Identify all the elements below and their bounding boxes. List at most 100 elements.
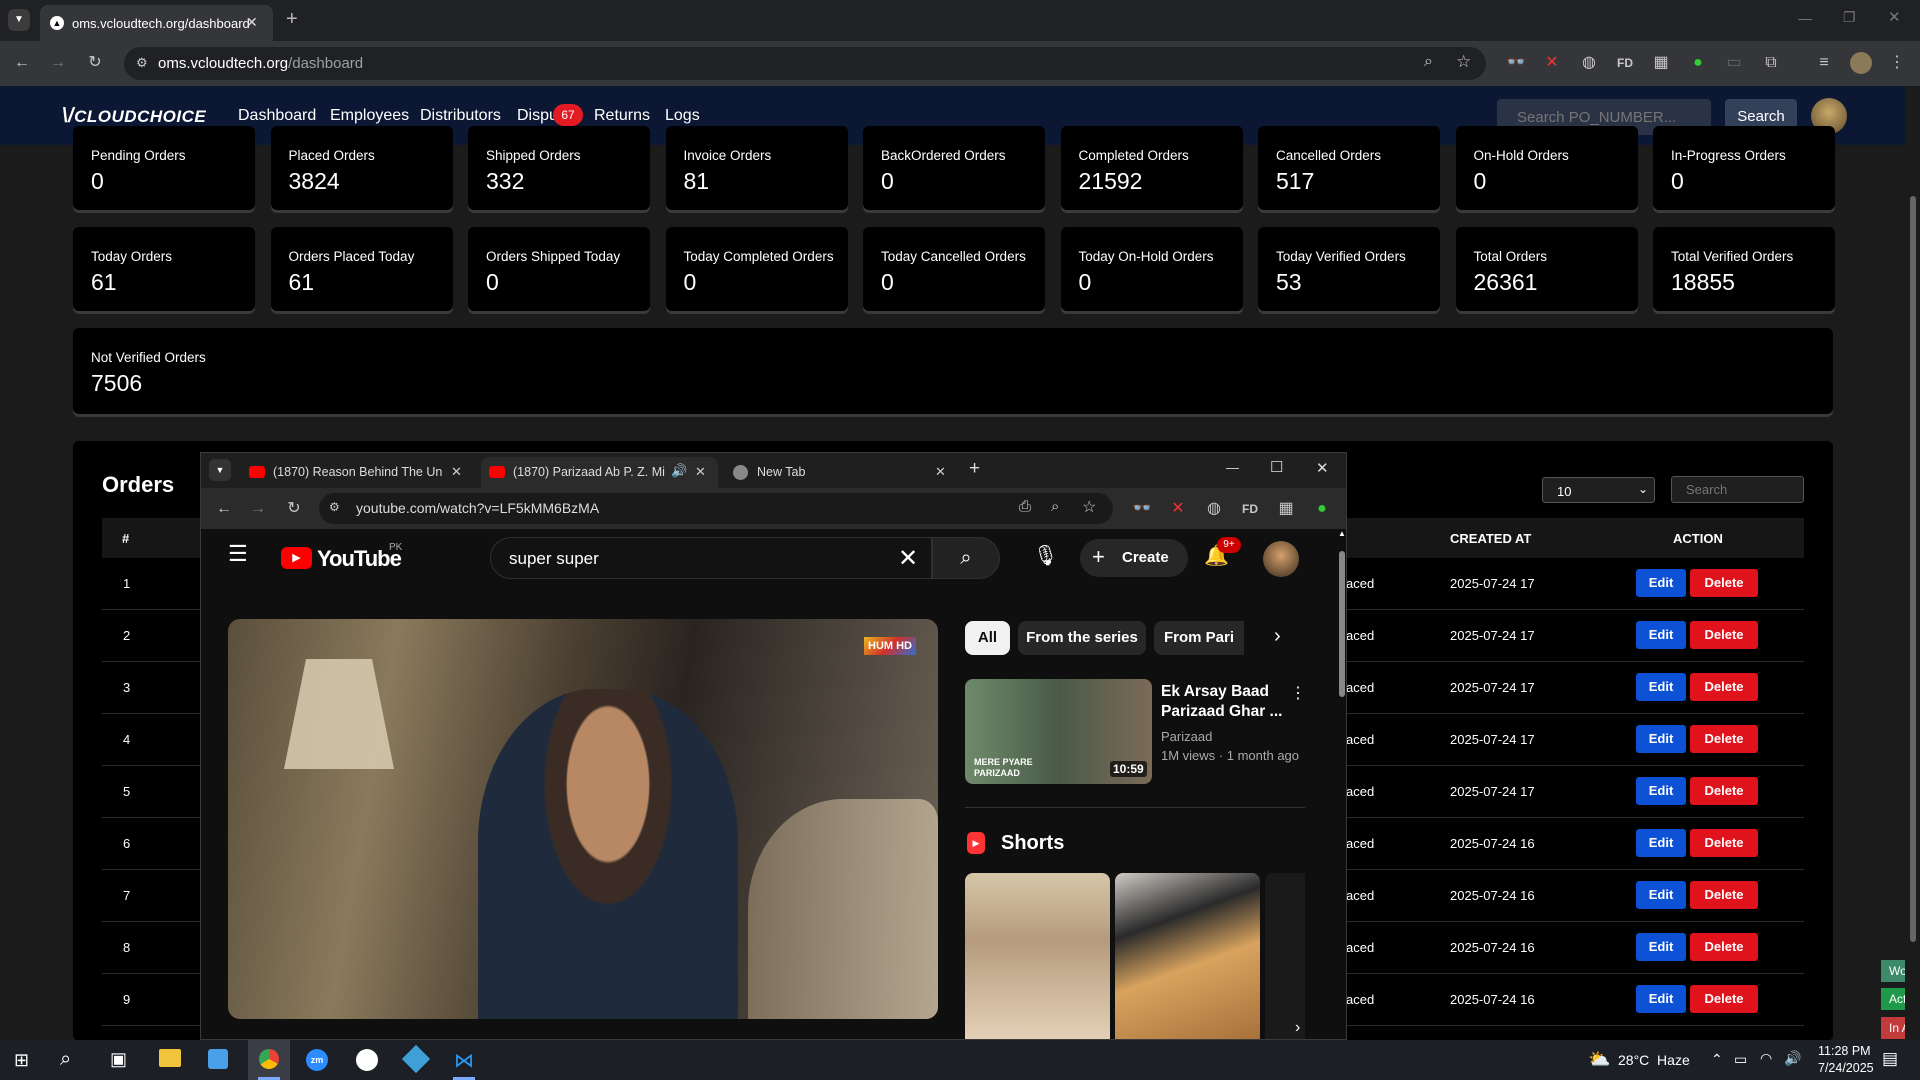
page-size-select[interactable]: 10 ⌄ [1542, 477, 1655, 503]
create-button[interactable]: + Create [1080, 539, 1188, 577]
nav-logs[interactable]: Logs [665, 107, 700, 125]
app-circle-icon[interactable] [356, 1049, 378, 1071]
chip-from-parizaad[interactable]: From Pari [1154, 621, 1244, 655]
hamburger-menu-icon[interactable]: ☰ [228, 541, 248, 567]
close-window-icon[interactable]: ✕ [1888, 8, 1901, 26]
edit-button[interactable]: Edit [1636, 621, 1686, 649]
task-view-icon[interactable]: ▣ [110, 1049, 127, 1070]
delete-button[interactable]: Delete [1690, 621, 1758, 649]
volume-icon[interactable]: 🔊 [1784, 1050, 1801, 1067]
app-diamond-icon[interactable] [401, 1044, 431, 1074]
close-tab-icon[interactable]: ✕ [451, 464, 462, 480]
voice-search-icon[interactable]: 🎙 [1033, 543, 1058, 568]
delete-button[interactable]: Delete [1690, 881, 1758, 909]
zoom-icon[interactable]: ⌕ [1424, 53, 1433, 71]
new-tab-icon[interactable]: + [286, 8, 298, 31]
store-icon[interactable] [208, 1049, 228, 1069]
install-app-icon[interactable]: ⎙ [1019, 498, 1031, 515]
recommendation-item[interactable]: MERE PYARE PARIZAAD 10:59 Ek Arsay Baad … [965, 679, 1306, 789]
orders-search-input[interactable] [1671, 476, 1804, 503]
reload-icon[interactable]: ↻ [283, 498, 305, 520]
bookmark-star-icon[interactable]: ☆ [1082, 497, 1096, 517]
nav-employees[interactable]: Employees [330, 107, 409, 125]
profile-avatar-icon[interactable] [1850, 52, 1872, 74]
chrome-menu-icon[interactable]: ⋮ [1886, 52, 1908, 74]
extension-green-icon[interactable]: ● [1311, 498, 1333, 520]
media-control-icon[interactable]: ≡ [1813, 52, 1835, 74]
clock-time[interactable]: 11:28 PM [1818, 1044, 1871, 1058]
nav-disputes[interactable]: Dispu [517, 107, 558, 125]
edit-button[interactable]: Edit [1636, 725, 1686, 753]
short-thumbnail-2[interactable] [1115, 873, 1260, 1039]
delete-button[interactable]: Delete [1690, 777, 1758, 805]
close-tab-icon[interactable]: ✕ [246, 14, 258, 31]
nav-returns[interactable]: Returns [594, 107, 650, 125]
popup-maximize-icon[interactable]: ☐ [1270, 458, 1283, 476]
youtube-search-box[interactable]: super super ✕ [490, 537, 932, 579]
scroll-up-icon[interactable]: ▲ [1338, 529, 1346, 538]
notification-center-icon[interactable]: ▤ [1882, 1049, 1898, 1069]
rec-title-line-2[interactable]: Parizaad Ghar ... [1161, 703, 1282, 721]
popup-close-icon[interactable]: ✕ [1316, 459, 1329, 477]
chrome-taskbar-button[interactable] [248, 1040, 290, 1080]
extension-fd-icon[interactable]: FD [1239, 498, 1261, 520]
restore-icon[interactable]: ❐ [1843, 9, 1856, 26]
file-explorer-icon[interactable] [159, 1049, 181, 1067]
popup-minimize-icon[interactable]: — [1226, 460, 1239, 475]
site-info-icon[interactable]: ⚙ [329, 500, 340, 514]
nav-distributors[interactable]: Distributors [420, 107, 501, 125]
rec-thumbnail[interactable]: MERE PYARE PARIZAAD 10:59 [965, 679, 1152, 784]
forward-icon[interactable]: → [247, 498, 269, 520]
nav-dashboard[interactable]: Dashboard [238, 107, 316, 125]
close-tab-icon[interactable]: ✕ [695, 464, 706, 480]
back-icon[interactable]: ← [213, 498, 235, 520]
extension-globe-icon[interactable]: ◍ [1203, 498, 1225, 520]
edit-button[interactable]: Edit [1636, 829, 1686, 857]
delete-button[interactable]: Delete [1690, 725, 1758, 753]
popup-tab-search-icon[interactable]: ▼ [209, 459, 231, 481]
extension-x-icon[interactable]: ✕ [1541, 52, 1563, 74]
delete-button[interactable]: Delete [1690, 985, 1758, 1013]
minimize-icon[interactable]: — [1798, 10, 1812, 26]
chips-next-icon[interactable]: › [1274, 625, 1281, 648]
extension-cast-icon[interactable]: ▭ [1723, 52, 1745, 74]
delete-button[interactable]: Delete [1690, 673, 1758, 701]
youtube-avatar[interactable] [1263, 541, 1299, 577]
address-bar[interactable]: ⚙ oms.vcloudtech.org/dashboard ⌕ ☆ [124, 47, 1486, 80]
rec-channel[interactable]: Parizaad [1161, 729, 1212, 744]
tray-chevron-icon[interactable]: ⌃ [1711, 1051, 1723, 1068]
delete-button[interactable]: Delete [1690, 829, 1758, 857]
popup-scrollbar[interactable]: ▲ [1336, 529, 1346, 1039]
edit-button[interactable]: Edit [1636, 881, 1686, 909]
rec-more-icon[interactable]: ⋮ [1290, 683, 1306, 703]
popup-tab-1[interactable]: (1870) Reason Behind The Unre ✕ [241, 458, 473, 488]
close-tab-icon[interactable]: ✕ [935, 464, 946, 480]
delete-button[interactable]: Delete [1690, 933, 1758, 961]
extensions-puzzle-icon[interactable]: ⧉ [1760, 52, 1782, 74]
back-icon[interactable]: ← [11, 52, 33, 74]
extension-globe-icon[interactable]: ◍ [1578, 52, 1600, 74]
windows-start-icon[interactable]: ⊞ [14, 1050, 29, 1071]
edit-button[interactable]: Edit [1636, 673, 1686, 701]
taskbar-search-icon[interactable]: ⌕ [60, 1048, 71, 1071]
browser-tab-active[interactable]: ▲ oms.vcloudtech.org/dashboard ✕ [40, 5, 273, 41]
battery-icon[interactable]: ▭ [1734, 1051, 1747, 1068]
chip-all[interactable]: All [965, 621, 1010, 655]
new-tab-icon[interactable]: + [969, 458, 980, 480]
zoom-app-icon[interactable]: zm [306, 1049, 328, 1071]
weather-text[interactable]: 28°C Haze [1618, 1052, 1690, 1068]
youtube-search-button[interactable]: ⌕ [932, 537, 1000, 579]
extension-green-icon[interactable]: ● [1687, 52, 1709, 74]
delete-button[interactable]: Delete [1690, 569, 1758, 597]
edit-button[interactable]: Edit [1636, 569, 1686, 597]
extension-x-icon[interactable]: ✕ [1167, 498, 1189, 520]
rec-title-line-1[interactable]: Ek Arsay Baad [1161, 683, 1269, 701]
popup-scrollbar-thumb[interactable] [1339, 551, 1345, 697]
video-player[interactable]: HUM HD [228, 619, 938, 1019]
wifi-icon[interactable]: ◠ [1760, 1050, 1772, 1067]
app-logo[interactable]: \/CLOUDCHOICE [62, 105, 206, 128]
extension-fd-icon[interactable]: FD [1614, 52, 1636, 74]
popup-address-bar[interactable]: ⚙ youtube.com/watch?v=LF5kMM6BzMA ⎙ ⌕ ☆ [319, 493, 1113, 524]
edit-button[interactable]: Edit [1636, 777, 1686, 805]
edit-button[interactable]: Edit [1636, 933, 1686, 961]
